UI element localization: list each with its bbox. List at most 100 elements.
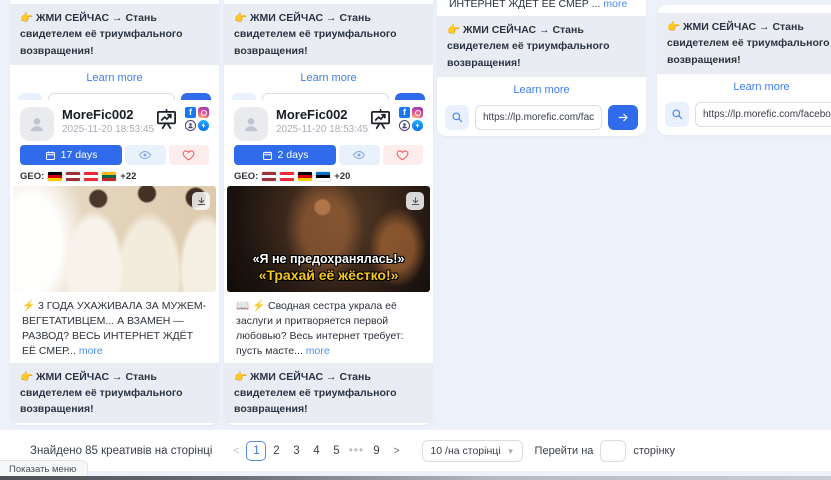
geo-row: GEO: +22 [10,167,219,184]
learn-more-link[interactable]: Learn more [224,423,433,425]
presentation-chart-icon[interactable] [155,108,178,131]
geo-flag-austria [280,172,294,181]
overlay-line-2: «Трахай её жёстко!» [227,267,430,283]
presentation-chart-icon[interactable] [369,108,392,131]
creative-badges-row: 2 days [224,142,433,167]
page-button-4[interactable]: 4 [306,441,326,461]
search-button[interactable] [665,102,689,127]
messenger-icon[interactable] [198,120,209,131]
goto-page-group: Перейти на сторінку [535,440,675,462]
learn-more-link[interactable]: Learn more [657,74,831,96]
ad-headline-text: 👉 ЖМИ СЕЙЧАС → Стань свидетелем её триум… [20,371,183,416]
lightning-icon [414,122,421,129]
arrow-right-icon [617,111,630,124]
landing-url-row [437,99,646,136]
views-button[interactable] [125,145,166,165]
geo-extra-count[interactable]: +22 [120,171,136,182]
views-button[interactable] [339,145,380,165]
goto-suffix: сторінку [633,445,675,457]
goto-page-input[interactable] [600,440,626,462]
geo-extra-count[interactable]: +20 [334,171,350,182]
creative-description: ⚡ 3 ГОДА УХАЖИВАЛА ЗА МУЖЕМ-ВЕГЕТАТИВЦЕМ… [10,292,219,363]
geo-label: GEO: [20,171,44,182]
page-button-5[interactable]: 5 [326,441,346,461]
lightning-emoji: ⚡ [22,300,35,312]
cut-off-description: ИНТЕРНЕТ ЖДЕТ ЕЁ СМЕР ... more [437,0,646,16]
audience-profile-icon[interactable] [185,120,196,131]
page-button-3[interactable]: 3 [286,441,306,461]
show-menu-button[interactable]: Показать меню [0,460,88,477]
learn-more-link[interactable]: Learn more [224,65,433,87]
instagram-icon[interactable] [412,107,423,118]
ad-headline-band: 👉 ЖМИ СЕЙЧАС → Стань свидетелем её триум… [10,363,219,424]
description-more-link[interactable]: more [603,0,627,10]
heart-icon [396,149,409,161]
eye-icon [352,149,366,161]
next-page-button[interactable]: > [386,445,406,457]
facebook-icon[interactable]: f [399,107,410,118]
advertiser-avatar[interactable] [20,107,54,141]
landing-url-input[interactable] [475,105,602,130]
creative-image-wet-glass-scene[interactable]: «Я не предохранялась!» «Трахай её жёстко… [227,186,430,292]
cut-off-content [224,0,433,4]
learn-more-link[interactable]: Learn more [10,65,219,87]
download-image-button[interactable] [406,192,424,210]
creative-image-wedding-scene[interactable] [13,186,216,292]
profile-icons: f [369,107,423,131]
advertiser-name[interactable]: MoreFic002 [276,107,369,123]
landing-url-input[interactable] [695,102,831,127]
page-size-select[interactable]: 10 /на сторінці ▼ [422,440,522,462]
profile-icons: f [155,107,209,131]
calendar-icon [45,150,56,161]
geo-row: GEO: +20 [224,167,433,184]
page-button-2[interactable]: 2 [266,441,286,461]
page-button-9[interactable]: 9 [366,441,386,461]
image-text-overlay: «Я не предохранялась!» «Трахай её жёстко… [227,252,430,283]
person-icon [241,114,261,134]
advertiser-meta: MoreFic002 2025-11-20 18:53:45 [276,107,369,135]
advertiser-avatar[interactable] [234,107,268,141]
learn-more-link[interactable]: Learn more [10,423,219,425]
download-icon [196,196,207,207]
cut-description-text: ИНТЕРНЕТ ЖДЕТ ЕЁ СМЕР ... more [449,0,634,10]
advertiser-name[interactable]: MoreFic002 [62,107,155,123]
active-days-badge[interactable]: 17 days [20,145,122,165]
creative-card-2: MoreFic002 2025-11-20 18:53:45 f 2 days … [224,100,433,425]
creative-badges-row: 17 days [10,142,219,167]
description-text: 3 ГОДА УХАЖИВАЛА ЗА МУЖЕМ-ВЕГЕТАТИВЦЕМ..… [22,300,206,357]
page-ellipsis[interactable]: ••• [346,441,366,461]
favorite-button[interactable] [169,145,210,165]
learn-more-link[interactable]: Learn more [437,77,646,99]
facebook-icon[interactable]: f [185,107,196,118]
messenger-icon[interactable] [412,120,423,131]
ad-headline-band: 👉 ЖМИ СЕЙЧАС → Стань свидетелем её триум… [224,363,433,424]
page-button-1[interactable]: 1 [246,441,266,461]
ad-spy-creatives-page: { "colors": { "primary_blue": "#2f6beb",… [0,0,831,480]
geo-flag-latvia [66,172,80,181]
calendar-icon [262,150,273,161]
description-more-link[interactable]: more [79,345,103,357]
lightning-icon [200,122,207,129]
advertiser-meta: MoreFic002 2025-11-20 18:53:45 [62,107,155,135]
search-button[interactable] [445,105,469,130]
prev-page-button[interactable]: < [226,445,246,457]
favorite-button[interactable] [383,145,424,165]
creative-card-1: MoreFic002 2025-11-20 18:53:45 f 17 days… [10,100,219,425]
advertiser-profile-row: MoreFic002 2025-11-20 18:53:45 f [224,100,433,142]
active-days-label: 17 days [61,149,98,161]
social-networks-grid: f [399,107,423,131]
download-image-button[interactable] [192,192,210,210]
ad-headline-band: 👉 ЖМИ СЕЙЧАС → Стань свидетелем её триум… [224,4,433,65]
open-url-button[interactable] [608,105,638,130]
active-days-label: 2 days [278,149,309,161]
active-days-badge[interactable]: 2 days [234,145,336,165]
goto-label: Перейти на [535,445,594,457]
card-top-padding [657,5,831,13]
description-more-link[interactable]: more [306,345,330,357]
ad-headline-text: 👉 ЖМИ СЕЙЧАС → Стань свидетелем её триум… [234,12,397,57]
geo-flag-estonia [316,172,330,181]
audience-profile-icon[interactable] [399,120,410,131]
creative-datetime: 2025-11-20 18:53:45 [62,124,155,135]
instagram-icon[interactable] [198,107,209,118]
creative-datetime: 2025-11-20 18:53:45 [276,124,369,135]
